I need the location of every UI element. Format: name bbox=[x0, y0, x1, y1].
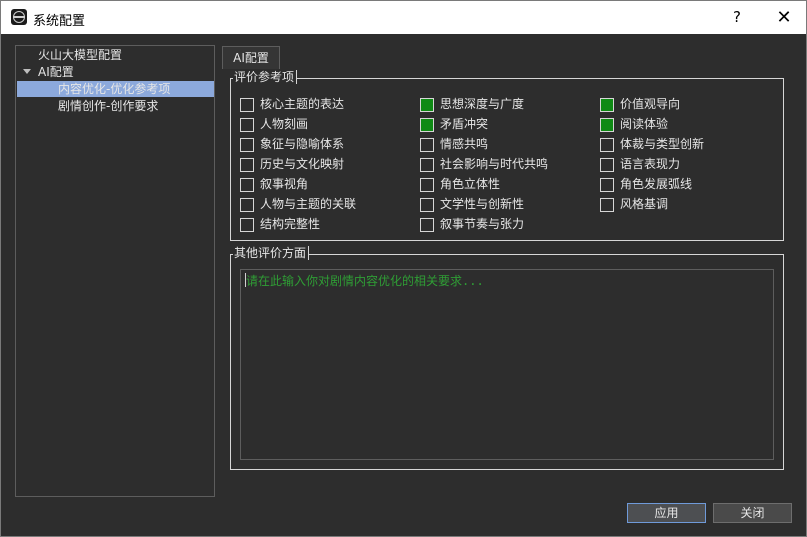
checkbox-label: 价值观导向 bbox=[620, 97, 681, 111]
criteria-group-title: 评价参考项 bbox=[233, 70, 298, 84]
checkbox-box[interactable] bbox=[240, 158, 254, 172]
checkbox-box[interactable] bbox=[240, 138, 254, 152]
checkbox-box[interactable] bbox=[420, 218, 434, 232]
checkbox-label: 叙事视角 bbox=[260, 177, 309, 191]
checkbox-box[interactable] bbox=[600, 138, 614, 152]
close-button[interactable]: 关闭 bbox=[713, 503, 792, 523]
checkbox-box[interactable] bbox=[240, 98, 254, 112]
checkbox-label: 阅读体验 bbox=[620, 117, 669, 131]
checkbox-box[interactable] bbox=[600, 158, 614, 172]
checkbox-label: 角色立体性 bbox=[440, 177, 501, 191]
tab-ai-config[interactable]: AI配置 bbox=[222, 46, 280, 69]
tree-item-ai-config[interactable]: AI配置 bbox=[38, 64, 74, 80]
window-title: 系统配置 bbox=[33, 14, 86, 29]
checkbox-box[interactable] bbox=[240, 178, 254, 192]
checkbox-label: 体裁与类型创新 bbox=[620, 137, 705, 151]
checkbox-label: 社会影响与时代共鸣 bbox=[440, 157, 549, 171]
checkbox-label: 历史与文化映射 bbox=[260, 157, 345, 171]
tree-item-volcano-model[interactable]: 火山大模型配置 bbox=[38, 47, 122, 63]
checkbox-box[interactable] bbox=[600, 198, 614, 212]
checkbox-label: 角色发展弧线 bbox=[620, 177, 693, 191]
apply-button[interactable]: 应用 bbox=[627, 503, 706, 523]
checkbox-label: 象征与隐喻体系 bbox=[260, 137, 345, 151]
expand-arrow-icon[interactable] bbox=[23, 69, 31, 74]
app-icon bbox=[11, 9, 27, 25]
checkbox-box[interactable] bbox=[600, 118, 614, 132]
checkbox-box[interactable] bbox=[420, 118, 434, 132]
checkbox-box[interactable] bbox=[420, 138, 434, 152]
checkbox-label: 矛盾冲突 bbox=[440, 117, 489, 131]
help-button[interactable]: ? bbox=[720, 1, 754, 34]
other-requirements-input[interactable]: 请在此输入你对剧情内容优化的相关要求... bbox=[240, 269, 774, 460]
checkbox-box[interactable] bbox=[240, 198, 254, 212]
text-caret bbox=[245, 273, 246, 287]
checkbox-box[interactable] bbox=[240, 118, 254, 132]
checkbox-label: 人物刻画 bbox=[260, 117, 309, 131]
checkbox-label: 核心主题的表达 bbox=[260, 97, 345, 111]
checkbox-label: 结构完整性 bbox=[260, 217, 321, 231]
checkbox-label: 思想深度与广度 bbox=[440, 97, 525, 111]
checkbox-box[interactable] bbox=[600, 178, 614, 192]
checkbox-label: 风格基调 bbox=[620, 197, 669, 211]
checkbox-label: 叙事节奏与张力 bbox=[440, 217, 525, 231]
tree-item-content-optimization[interactable]: 内容优化-优化参考项 bbox=[58, 81, 170, 97]
checkbox-box[interactable] bbox=[600, 98, 614, 112]
checkbox-label: 人物与主题的关联 bbox=[260, 197, 357, 211]
system-config-window: 系统配置 ? ✕ 火山大模型配置 AI配置 内容优化-优化参考项 剧情创作-创作… bbox=[0, 0, 807, 537]
checkbox-label: 语言表现力 bbox=[620, 157, 681, 171]
checkbox-box[interactable] bbox=[420, 178, 434, 192]
tree-item-plot-creation[interactable]: 剧情创作-创作要求 bbox=[58, 98, 158, 114]
config-tree[interactable]: 火山大模型配置 AI配置 内容优化-优化参考项 剧情创作-创作要求 bbox=[15, 45, 215, 497]
checkbox-label: 情感共鸣 bbox=[440, 137, 489, 151]
checkbox-box[interactable] bbox=[420, 158, 434, 172]
checkbox-label: 文学性与创新性 bbox=[440, 197, 525, 211]
other-group-title: 其他评价方面 bbox=[233, 246, 310, 260]
title-bar: 系统配置 ? ✕ bbox=[1, 1, 806, 34]
close-window-button[interactable]: ✕ bbox=[762, 1, 806, 34]
checkbox-box[interactable] bbox=[240, 218, 254, 232]
checkbox-box[interactable] bbox=[420, 98, 434, 112]
checkbox-box[interactable] bbox=[420, 198, 434, 212]
